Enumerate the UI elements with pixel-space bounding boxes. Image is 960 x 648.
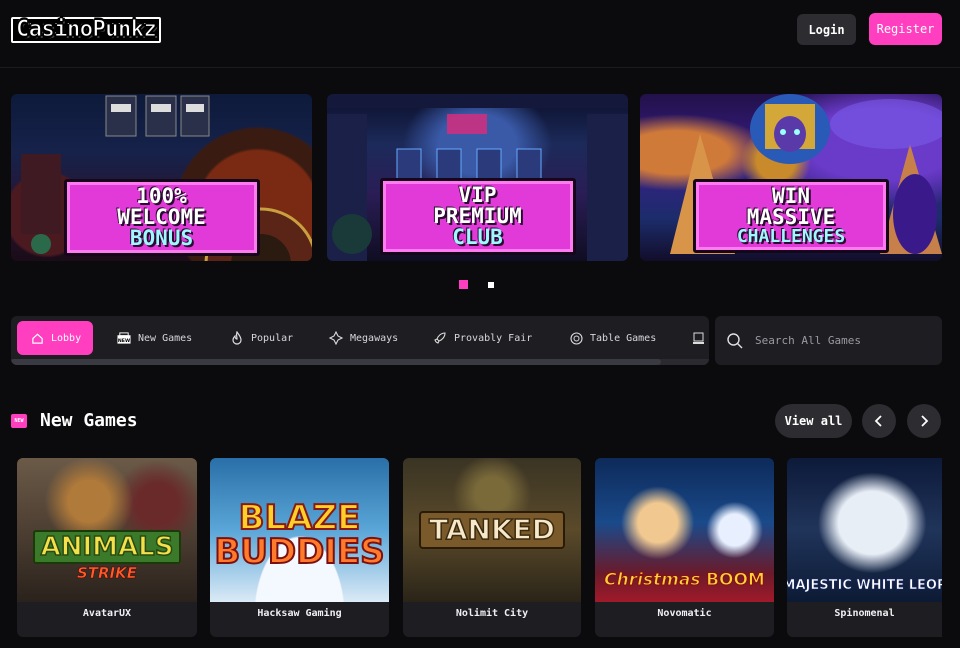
banner-label: WIN MASSIVE CHALLENGES (693, 179, 889, 253)
game-title: Christmas (604, 569, 701, 590)
new-games-icon: NEW (11, 414, 27, 428)
game-provider: Spinomenal (834, 608, 895, 619)
game-card[interactable]: ANIMALS STRIKE AvatarUX (17, 458, 197, 637)
rocket-icon (433, 331, 447, 345)
chevron-left-icon (874, 412, 884, 431)
tab-provably-fair[interactable]: Provably Fair (433, 321, 532, 355)
game-thumbnail: BLAZE BUDDIES (210, 458, 389, 602)
banner-welcome-bonus[interactable]: 100% WELCOME BONUS (11, 94, 312, 261)
search-box[interactable] (715, 316, 942, 365)
tab-label: Lobby (51, 332, 82, 344)
site-logo[interactable]: CasinoPunkz (11, 17, 162, 43)
game-title: ANIMALS (32, 529, 182, 564)
home-icon (30, 331, 44, 345)
tab-table-games[interactable]: Table Games (569, 321, 656, 355)
login-button[interactable]: Login (797, 14, 856, 45)
game-provider: Hacksaw Gaming (257, 608, 342, 619)
section-title: New Games (40, 410, 138, 431)
game-card[interactable]: Christmas BOOM Novomatic (595, 458, 774, 637)
chip-icon (569, 331, 583, 345)
game-subtitle: STRIKE (76, 563, 138, 582)
new-badge-icon: NEW (117, 331, 131, 345)
game-card[interactable]: BLAZE BUDDIES Hacksaw Gaming (210, 458, 389, 637)
trophy-icon (691, 331, 705, 345)
game-provider: Nolimit City (455, 608, 529, 619)
game-title: TANKED (418, 511, 566, 549)
previous-button[interactable] (862, 404, 896, 438)
banner-label: 100% WELCOME BONUS (63, 179, 260, 256)
tab-lobby[interactable]: Lobby (17, 321, 93, 355)
site-header: CasinoPunkz Login Register (0, 0, 960, 68)
game-title: MAJESTIC WHITE LEOP (787, 577, 942, 593)
tab-more[interactable] (691, 321, 709, 355)
game-thumbnail: TANKED (403, 458, 581, 602)
game-thumbnail: Christmas BOOM (595, 458, 774, 602)
flame-icon (230, 331, 244, 345)
banner-label: VIP PREMIUM CLUB (379, 178, 576, 255)
game-thumbnail: MAJESTIC WHITE LEOP (787, 458, 942, 602)
tab-label: Provably Fair (454, 332, 533, 344)
tab-popular[interactable]: Popular (230, 321, 293, 355)
tab-new-games[interactable]: NEW New Games (117, 321, 192, 355)
register-button[interactable]: Register (869, 13, 942, 45)
game-subtitle: BOOM (706, 569, 766, 590)
view-all-button[interactable]: View all (775, 404, 852, 438)
game-subtitle: BUDDIES (213, 532, 385, 572)
banner-vip-club[interactable]: VIP PREMIUM CLUB (327, 94, 628, 261)
carousel-dot[interactable] (488, 282, 494, 288)
game-card[interactable]: TANKED Nolimit City (403, 458, 581, 637)
tab-label: Popular (251, 332, 294, 344)
game-provider: Novomatic (657, 608, 712, 619)
category-bar: Lobby NEW New Games Popular Megaways Pro… (11, 316, 709, 365)
tab-label: Table Games (590, 332, 657, 344)
game-title: BLAZE (238, 498, 362, 538)
carousel-dot-active[interactable] (459, 280, 468, 289)
game-provider: AvatarUX (82, 608, 132, 619)
game-thumbnail: ANIMALS STRIKE (17, 458, 197, 602)
tab-label: Megaways (350, 332, 399, 344)
chevron-right-icon (919, 412, 929, 431)
game-card[interactable]: MAJESTIC WHITE LEOP Spinomenal (787, 458, 942, 637)
category-scrollbar-thumb[interactable] (11, 359, 661, 365)
search-icon (726, 332, 744, 350)
banner-win-challenges[interactable]: WIN MASSIVE CHALLENGES (640, 94, 942, 261)
megaways-icon (329, 331, 343, 345)
svg-text:NEW: NEW (118, 337, 130, 343)
next-button[interactable] (907, 404, 941, 438)
tab-label: New Games (138, 332, 193, 344)
tab-megaways[interactable]: Megaways (329, 321, 398, 355)
search-input[interactable] (755, 334, 915, 347)
